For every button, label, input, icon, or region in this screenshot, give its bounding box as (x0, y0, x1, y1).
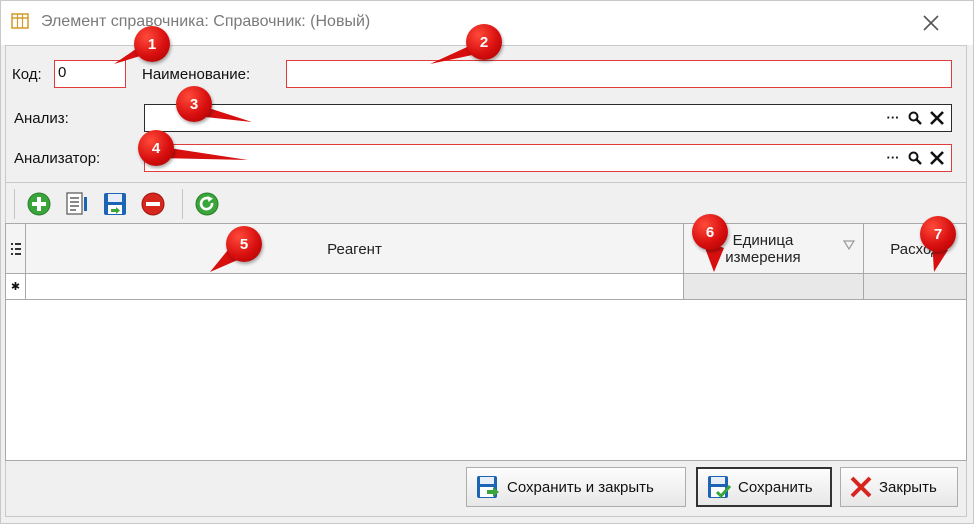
save-button[interactable]: Сохранить (696, 467, 832, 507)
select-ellipsis-icon[interactable]: ··· (885, 150, 901, 166)
save-check-icon (708, 476, 732, 499)
callout-marker-1: 1 (134, 26, 170, 62)
toolbar-separator (14, 189, 15, 219)
close-label: Закрыть (879, 478, 937, 496)
cell-reagent[interactable] (26, 274, 684, 299)
column-header-reagent[interactable]: Реагент (26, 224, 684, 274)
new-row-marker: ✱ (6, 274, 26, 299)
add-icon[interactable] (26, 191, 52, 217)
column-chooser-icon[interactable] (6, 224, 26, 274)
search-icon[interactable] (907, 110, 923, 126)
code-label: Код: (12, 66, 42, 83)
analyzer-field[interactable]: ··· (144, 144, 952, 172)
analysis-label: Анализ: (14, 110, 69, 127)
edit-icon[interactable] (64, 191, 90, 217)
save-label: Сохранить (738, 478, 813, 496)
cell-consumption[interactable] (864, 274, 966, 299)
table-icon (11, 13, 29, 29)
callout-marker-4: 4 (138, 130, 174, 166)
column-header-unit-label: Единица измерения (725, 232, 801, 266)
callout-marker-2: 2 (466, 24, 502, 60)
close-icon[interactable] (919, 11, 943, 35)
select-ellipsis-icon[interactable]: ··· (885, 110, 901, 126)
close-x-icon (850, 476, 872, 498)
dialog-window: Элемент справочника: Справочник: (Новый)… (0, 0, 974, 524)
analyzer-label: Анализатор: (14, 150, 101, 167)
grid-toolbar (5, 183, 967, 223)
save-icon[interactable] (102, 191, 128, 217)
save-and-close-label: Сохранить и закрыть (507, 478, 654, 496)
filter-icon[interactable] (843, 240, 855, 250)
clear-icon[interactable] (929, 150, 945, 166)
name-label: Наименование: (142, 66, 251, 83)
save-and-close-button[interactable]: Сохранить и закрыть (466, 467, 686, 507)
callout-marker-6: 6 (692, 214, 728, 250)
dialog-footer: Сохранить и закрыть Сохранить Закрыть (5, 461, 967, 517)
analysis-field[interactable]: ··· (144, 104, 952, 132)
close-button[interactable]: Закрыть (840, 467, 958, 507)
clear-icon[interactable] (929, 110, 945, 126)
search-icon[interactable] (907, 150, 923, 166)
callout-marker-5: 5 (226, 226, 262, 262)
reagents-grid[interactable]: Реагент Единица измерения Расход ✱ (5, 223, 967, 461)
grid-header: Реагент Единица измерения Расход (6, 224, 966, 274)
callout-marker-7: 7 (920, 216, 956, 252)
save-close-icon (477, 476, 499, 498)
cell-unit (684, 274, 864, 299)
new-row[interactable]: ✱ (6, 274, 966, 300)
toolbar-separator (182, 189, 183, 219)
callout-marker-3: 3 (176, 86, 212, 122)
refresh-icon[interactable] (194, 191, 220, 217)
name-field[interactable] (286, 60, 952, 88)
code-field[interactable]: 0 (54, 60, 126, 88)
window-title: Элемент справочника: Справочник: (Новый) (41, 13, 371, 30)
delete-icon[interactable] (140, 191, 166, 217)
analyzer-field-buttons: ··· (885, 145, 951, 171)
analysis-field-buttons: ··· (885, 105, 951, 131)
